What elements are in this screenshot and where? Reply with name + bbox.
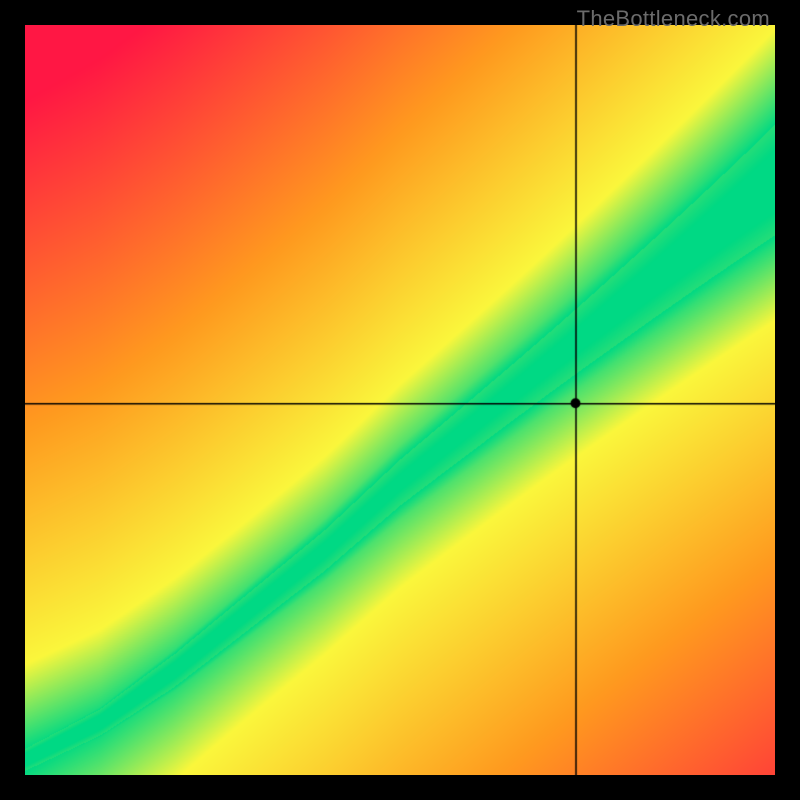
bottleneck-heatmap [25,25,775,775]
chart-container: TheBottleneck.com [0,0,800,800]
